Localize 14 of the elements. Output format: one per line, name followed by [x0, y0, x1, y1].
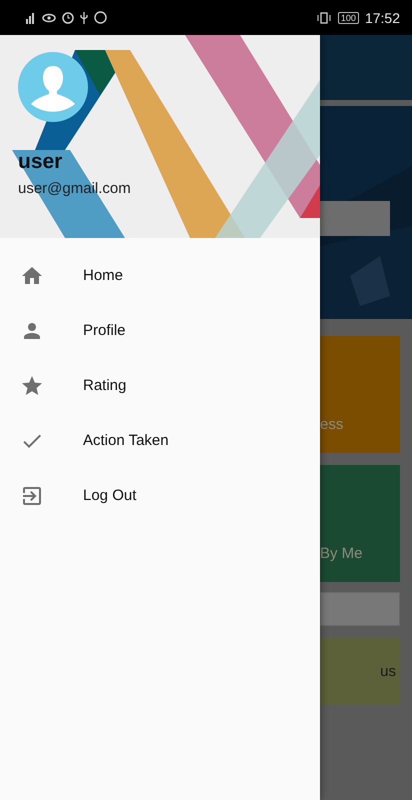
alarm-icon [62, 12, 74, 24]
menu-item[interactable]: Home [0, 248, 320, 303]
eye-icon [42, 12, 56, 22]
menu-item[interactable]: Action Taken [0, 413, 320, 468]
usb-icon [80, 12, 88, 24]
chat-icon [94, 11, 107, 24]
signal-icon [26, 12, 36, 24]
clock-time: 17:52 [364, 10, 400, 26]
battery-level: 100 [338, 12, 359, 24]
star-icon [20, 374, 44, 398]
vibrate-icon [316, 12, 332, 24]
menu-item[interactable]: Log Out [0, 468, 320, 523]
menu-item[interactable]: Rating [0, 358, 320, 413]
menu-item[interactable]: Profile [0, 303, 320, 358]
